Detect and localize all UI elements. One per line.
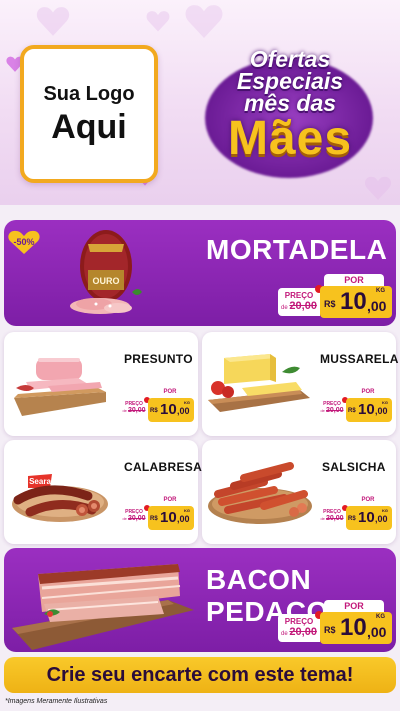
title-line4: Mães [227,112,353,165]
old-price: 20,00 [289,300,317,312]
new-price-box: R$ 10 ,00 KG [346,398,392,422]
unit: KG [184,508,190,513]
new-price-box: R$ 10 ,00 KG [148,506,194,530]
product-name: SALSICHA [322,460,386,474]
new-price-int: 10 [160,401,177,418]
price-tag: POR PREÇO de 20,00 R$ 10 ,00 KG [120,496,194,532]
cta-button[interactable]: Crie seu encarte com este tema! [4,657,396,693]
old-price-box: PREÇO de 20,00 [318,399,346,421]
unit: KG [376,288,385,294]
product-card-calabresa[interactable]: Seara CALABRESA POR PREÇO de 20,00 R$ 10… [4,440,202,544]
presunto-image [14,358,106,416]
product-name: PRESUNTO [124,352,193,366]
de-label: de [281,631,288,637]
price-tag: POR PREÇO de 20,00 R$ 10 ,00 KG [278,600,392,646]
unit: KG [184,400,190,405]
currency: R$ [150,516,158,522]
new-price-box: R$ 10 ,00 KG [320,286,392,318]
title-line2: Especiais [236,68,344,94]
old-price: 20,00 [289,626,317,638]
product-card-mussarela[interactable]: MUSSARELA POR PREÇO de 20,00 R$ 10 ,00 K… [202,332,399,436]
de-label: de [281,305,288,311]
new-price-int: 10 [358,401,375,418]
price-tag: POR PREÇO de 20,00 R$ 10 ,00 KG [318,496,392,532]
new-price-box: R$ 10 ,00 KG [346,506,392,530]
hero-banner: Sua Logo Aqui Ofertas Especiais mês das … [0,0,400,205]
product-name: MORTADELA [206,234,388,265]
new-price-int: 10 [340,288,367,315]
heart-icon [185,5,223,38]
por-label: POR [324,600,384,612]
new-price-dec: ,00 [177,406,190,416]
product-card-presunto[interactable]: PRESUNTO POR PREÇO de 20,00 R$ 10 ,00 KG [4,332,198,436]
de-label: de [320,408,325,413]
old-price-box: PREÇO de 20,00 [318,507,346,529]
new-price-int: 10 [160,509,177,526]
por-label: POR [348,496,388,505]
old-price: 20,00 [326,515,344,522]
por-label: POR [324,274,384,286]
product-card-mortadela[interactable]: OURO MORTADELA POR PREÇO de 20,00 R$ 10 … [4,220,396,326]
product-card-salsicha[interactable]: SALSICHA POR PREÇO de 20,00 R$ 10 ,00 KG [202,440,396,544]
logo-placeholder: Sua Logo Aqui [20,45,158,183]
currency: R$ [324,299,336,309]
new-price-dec: ,00 [367,624,387,640]
currency: R$ [348,516,356,522]
old-price-box: PREÇO de 20,00 [120,507,148,529]
old-price: 20,00 [128,407,146,414]
old-price-box: PREÇO de 20,00 [278,288,320,316]
old-price: 20,00 [128,515,146,522]
por-label: POR [150,388,190,397]
mortadela-image: OURO [70,230,142,314]
por-label: POR [348,388,388,397]
mussarela-image [208,354,310,412]
price-tag: POR PREÇO de 20,00 R$ 10 ,00 KG [278,274,392,320]
preco-label: PREÇO [284,617,314,626]
unit: KG [376,614,385,620]
currency: R$ [324,625,336,635]
calabresa-brand: Seara [29,477,51,486]
product-card-bacon[interactable]: BACON PEDAÇO POR PREÇO de 20,00 R$ 10 ,0… [4,548,396,652]
unit: KG [382,400,388,405]
mortadela-brand: OURO [93,276,120,286]
de-label: de [122,516,127,521]
bacon-image [12,564,194,650]
new-price-int: 10 [358,509,375,526]
salsicha-image [208,462,312,524]
old-price: 20,00 [326,407,344,414]
new-price-box: R$ 10 ,00 KG [320,612,392,644]
product-name: CALABRESA [124,460,203,474]
price-tag: POR PREÇO de 20,00 R$ 10 ,00 KG [120,388,194,424]
currency: R$ [150,408,158,414]
new-price-int: 10 [340,614,367,641]
footnote: *Imagens Meramente Ilustrativas [5,698,108,705]
new-price-dec: ,00 [367,298,387,314]
new-price-dec: ,00 [375,406,388,416]
title-line1: Ofertas [249,46,331,72]
currency: R$ [348,408,356,414]
heart-icon [146,11,170,32]
old-price-box: PREÇO de 20,00 [120,399,148,421]
old-price-box: PREÇO de 20,00 [278,614,320,642]
title-line3: mês das [243,90,337,116]
logo-line1: Sua Logo [43,83,135,105]
preco-label: PREÇO [284,291,314,300]
price-tag: POR PREÇO de 20,00 R$ 10 ,00 KG [318,388,392,424]
new-price-dec: ,00 [375,514,388,524]
de-label: de [320,516,325,521]
calabresa-image: Seara [12,474,108,522]
logo-line2: Aqui [51,108,127,146]
por-label: POR [150,496,190,505]
de-label: de [122,408,127,413]
new-price-box: R$ 10 ,00 KG [148,398,194,422]
promo-title: Ofertas Especiais mês das Mães [195,40,385,190]
new-price-dec: ,00 [177,514,190,524]
unit: KG [382,508,388,513]
product-name: MUSSARELA [320,352,399,366]
heart-icon [36,7,70,36]
